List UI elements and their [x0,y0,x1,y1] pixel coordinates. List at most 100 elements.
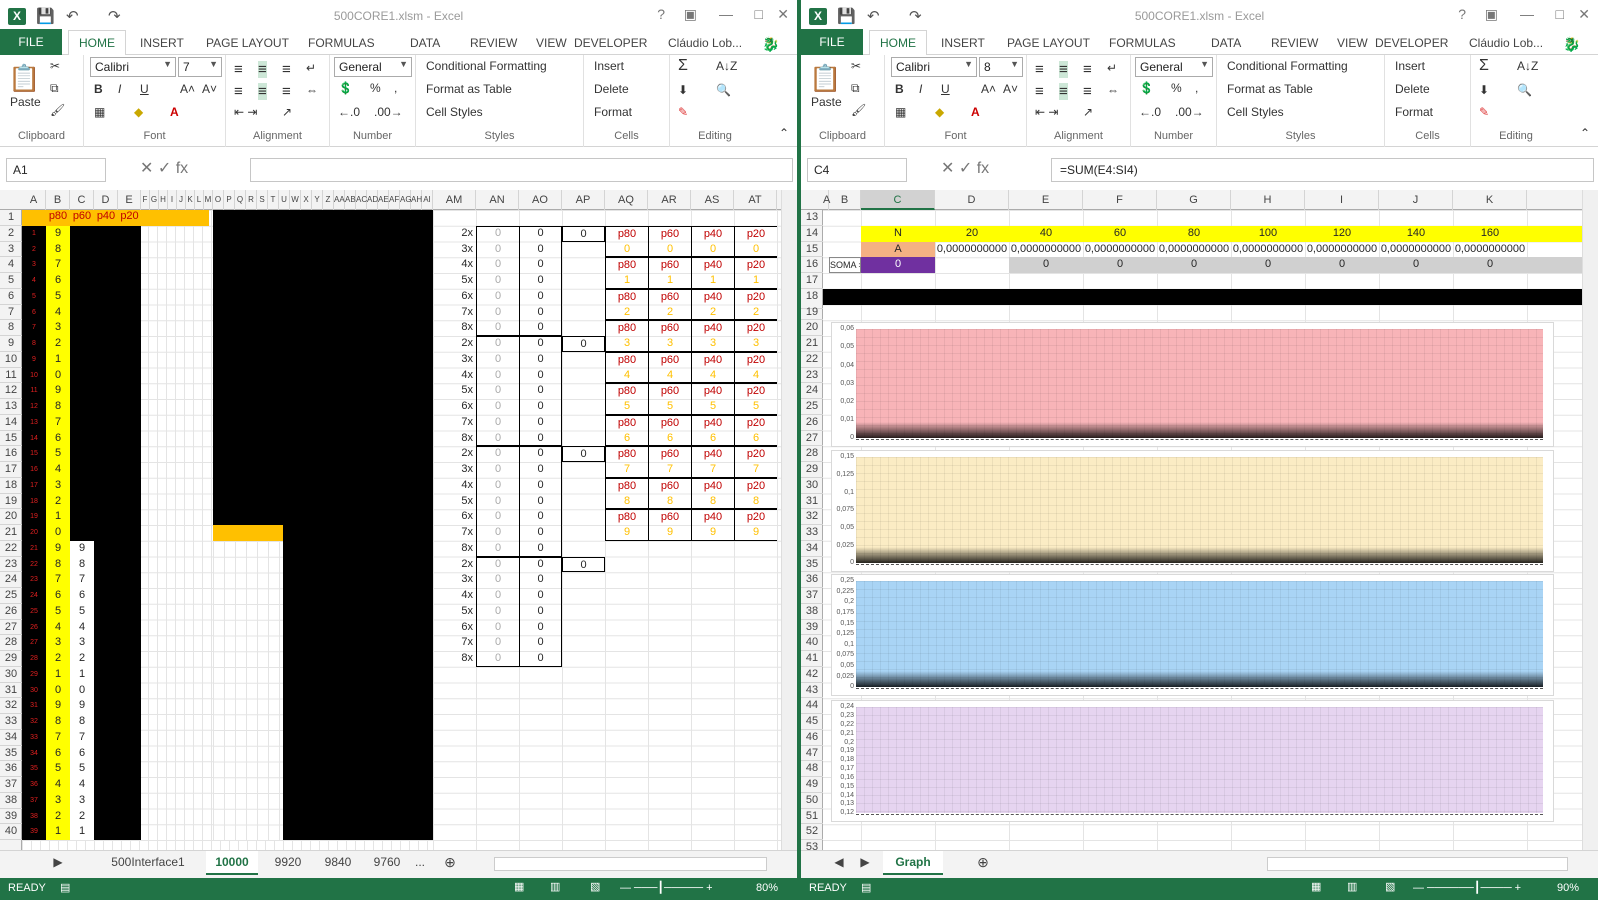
page-layout-view-icon[interactable]: ▥ [550,880,560,893]
column-header[interactable]: D [94,190,118,210]
clear-icon[interactable]: ✎ [1479,105,1489,119]
column-header[interactable]: B [46,190,70,210]
borders-icon[interactable]: ▦ [94,105,105,119]
column-header[interactable]: R [246,190,257,210]
row-header[interactable]: 23 [801,368,823,384]
macro-record-icon[interactable]: ▤ [861,881,871,894]
restore-ribbon-icon[interactable]: ▣ [1485,6,1498,23]
worksheet-grid[interactable]: A B C D E F G H I J K L M O P Q R S T U W X Y Z AA AB AC AD AE AF AG AH… [0,190,781,850]
column-header[interactable]: AG [400,190,412,210]
column-header[interactable]: M [204,190,213,210]
paste-label[interactable]: Paste [10,95,41,109]
new-sheet-icon[interactable]: ⊕ [440,851,460,875]
cut-icon[interactable]: ✂ [851,59,861,73]
row-header[interactable]: 7 [0,305,22,321]
align-icon[interactable]: ≡ [1083,61,1092,78]
worksheet-grid[interactable]: A B C D E F G H I J K 13 14 15 16 17 18 19 20 21 22 23 24 25 26 2… [801,190,1582,850]
row-header[interactable]: 3 [0,242,22,258]
decimal-dec-icon[interactable]: .00→ [374,105,403,119]
font-color-icon[interactable]: A [170,105,179,119]
font-size-dropdown[interactable]: 8 ▼ [979,57,1023,77]
tab-page-layout[interactable]: PAGE LAYOUT [1007,36,1090,50]
column-header[interactable]: Z [323,190,334,210]
help-icon[interactable]: ? [1458,6,1466,22]
fill-icon[interactable]: ⬇ [1479,83,1489,97]
column-header[interactable]: AH [411,190,422,210]
comma-icon[interactable]: , [394,81,397,95]
format-as-table-button[interactable]: Format as Table [1227,82,1313,96]
row-header[interactable]: 13 [801,210,823,226]
fill-color-icon[interactable]: ◆ [134,105,143,119]
row-header[interactable]: 1 [0,210,22,226]
column-header[interactable]: C [861,190,935,210]
column-header[interactable]: Y [312,190,323,210]
row-header[interactable]: 42 [801,667,823,683]
row-header[interactable]: 21 [0,525,22,541]
column-header[interactable]: J [1379,190,1453,210]
row-header[interactable]: 16 [801,257,823,273]
row-header[interactable]: 14 [801,226,823,242]
tab-developer[interactable]: DEVELOPER [1375,36,1448,50]
close-icon[interactable]: ✕ [1578,6,1590,23]
row-header[interactable]: 17 [0,462,22,478]
row-header[interactable]: 31 [801,494,823,510]
row-header[interactable]: 49 [801,777,823,793]
underline-button[interactable]: U [140,82,149,96]
column-header[interactable]: P [224,190,235,210]
row-header[interactable]: 16 [0,446,22,462]
tab-formulas[interactable]: FORMULAS [1109,36,1176,50]
row-header[interactable]: 23 [0,557,22,573]
row-header[interactable]: 26 [801,415,823,431]
tab-review[interactable]: REVIEW [1271,36,1318,50]
row-header[interactable]: 38 [0,793,22,809]
font-size-dropdown[interactable]: 7 ▼ [178,57,222,77]
vertical-scrollbar[interactable] [781,190,797,850]
sheet-tab[interactable]: 10000 [206,851,258,875]
decrease-font-icon[interactable]: A˅ [1003,82,1018,96]
tab-file[interactable]: FILE [0,29,62,55]
row-header[interactable]: 29 [0,651,22,667]
align-h-icon[interactable]: ≡ [282,83,291,100]
format-painter-icon[interactable]: 🖌 [50,103,65,117]
tab-file[interactable]: FILE [801,29,863,55]
column-header[interactable]: C [70,190,94,210]
increase-font-icon[interactable]: A˄ [981,82,996,96]
cell-styles-button[interactable]: Cell Styles [426,105,483,119]
indent-icon[interactable]: ⇤ ⇥ [234,105,257,119]
sheet-tab[interactable]: 9840 [318,851,358,875]
zoom-slider[interactable]: — ───┃───── + [620,881,713,894]
sort-filter-icon[interactable]: A↓Z [716,59,737,73]
row-header[interactable]: 15 [801,242,823,258]
row-header[interactable]: 11 [0,368,22,384]
row-header[interactable]: 28 [801,446,823,462]
align-h-icon[interactable]: ≡ [1035,83,1044,100]
row-header[interactable]: 24 [801,383,823,399]
collapse-ribbon-icon[interactable]: ⌃ [779,126,789,140]
column-header[interactable]: AE [378,190,389,210]
column-header[interactable]: Q [235,190,246,210]
row-header[interactable]: 31 [0,683,22,699]
row-header[interactable]: 37 [0,777,22,793]
row-header[interactable]: 24 [0,572,22,588]
insert-button[interactable]: Insert [594,59,624,73]
row-header[interactable]: 25 [0,588,22,604]
column-header[interactable]: AR [648,190,691,210]
row-header[interactable]: 52 [801,824,823,840]
column-header[interactable]: AT [734,190,777,210]
align-h-icon[interactable]: ≡ [1059,83,1068,100]
column-header[interactable]: AS [691,190,734,210]
number-format-dropdown[interactable]: General ▼ [1135,57,1213,77]
column-header[interactable]: AA [334,190,345,210]
sort-filter-icon[interactable]: A↓Z [1517,59,1538,73]
merge-icon[interactable]: ⇔ [1107,83,1119,97]
row-header[interactable]: 36 [801,572,823,588]
decimal-dec-icon[interactable]: .00→ [1175,105,1204,119]
format-button[interactable]: Format [594,105,632,119]
row-header[interactable]: 34 [801,541,823,557]
row-header[interactable]: 47 [801,746,823,762]
conditional-formatting-button[interactable]: Conditional Formatting [426,59,547,73]
format-button[interactable]: Format [1395,105,1433,119]
row-header[interactable]: 30 [0,667,22,683]
decrease-font-icon[interactable]: A˅ [202,82,217,96]
macro-record-icon[interactable]: ▤ [60,881,70,894]
